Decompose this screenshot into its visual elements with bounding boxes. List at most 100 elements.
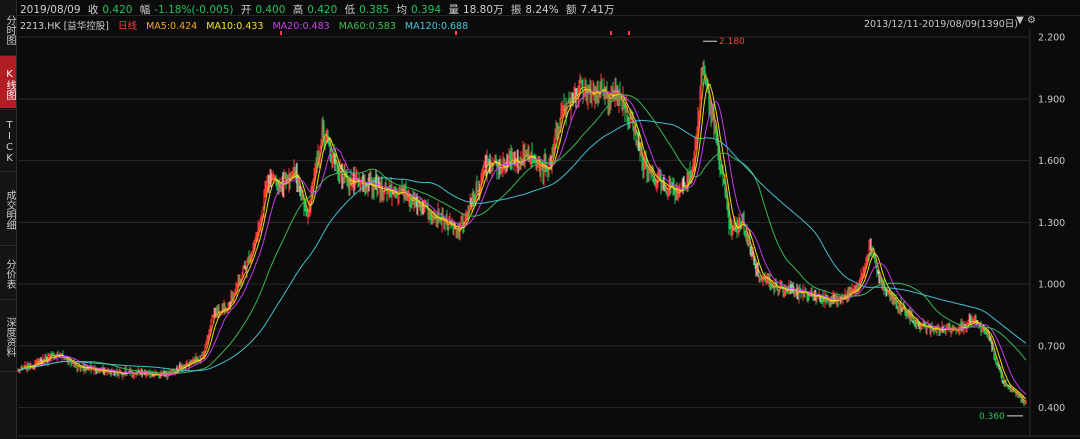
candle-body [477, 190, 479, 192]
candle-body [299, 187, 301, 190]
candle-body [783, 290, 785, 295]
candle-body [969, 318, 971, 322]
candle-body [252, 249, 254, 250]
candle-body [992, 348, 994, 350]
candle-body [57, 353, 59, 355]
candle-body [427, 208, 429, 215]
candle-body [173, 370, 175, 373]
candle-body [48, 356, 50, 359]
candle-body [639, 148, 641, 153]
candle-body [462, 216, 464, 225]
candle-body [306, 211, 308, 214]
candle-body [330, 148, 332, 159]
candle-body [257, 228, 259, 234]
candle-body [583, 93, 585, 95]
candle-body [913, 321, 915, 323]
ma120-line [17, 119, 1027, 372]
candle-body [297, 180, 299, 183]
candle-body [618, 98, 620, 103]
candle-body [242, 270, 244, 277]
candle-body [643, 162, 645, 169]
candle-body [700, 81, 702, 98]
event-flag-icon [610, 31, 612, 35]
candle-body [397, 197, 399, 199]
candle-body [703, 69, 705, 71]
candle-body [314, 167, 316, 177]
candle-body [400, 188, 402, 191]
y-tick-label: 0.400 [1038, 403, 1065, 414]
candle-body [243, 268, 245, 270]
candle-body [207, 337, 209, 341]
candle-body [808, 296, 810, 298]
candle-body [725, 191, 727, 198]
ma20-line [17, 90, 1027, 395]
candle-body [951, 330, 953, 333]
candle-body [682, 182, 684, 187]
candle-body [647, 169, 649, 176]
candle-body [844, 292, 846, 295]
candle-body [145, 374, 147, 376]
candle-body [251, 252, 253, 254]
candle-body [626, 110, 628, 114]
candle-body [887, 291, 889, 295]
candle-body [385, 183, 387, 185]
candle-body [794, 293, 796, 297]
y-tick-label: 0.700 [1038, 341, 1065, 352]
candle-body [244, 266, 246, 269]
candle-body [739, 220, 741, 223]
y-tick-label: 1.300 [1038, 218, 1065, 229]
candle-body [877, 270, 879, 273]
candle-body [926, 327, 928, 331]
candle-body [771, 287, 773, 289]
candle-body [163, 371, 165, 373]
candle-body [366, 188, 368, 190]
candle-body [629, 117, 631, 123]
candle-body [612, 87, 614, 92]
event-flag-icon [628, 31, 630, 35]
candle-body [698, 113, 700, 119]
ma10-line [17, 84, 1027, 400]
candle-body [40, 359, 42, 362]
candle-body [548, 165, 550, 176]
candle-body [625, 107, 627, 111]
candle-body [211, 318, 213, 322]
candle-body [316, 161, 318, 163]
candle-body [311, 189, 313, 191]
low-annotation: 0.360 [979, 412, 1005, 422]
candle-body [702, 70, 704, 75]
candle-body [308, 209, 310, 216]
ma5-line [17, 74, 1027, 402]
candle-body [1024, 402, 1026, 404]
y-tick-label: 2.200 [1038, 33, 1065, 44]
candle-body [494, 155, 496, 158]
candle-body [914, 323, 916, 325]
candle-body [21, 367, 23, 369]
candle-body [866, 258, 868, 261]
candle-body [627, 116, 629, 118]
candle-body [237, 279, 239, 286]
kline-chart[interactable]: 2.200 1.900 1.600 1.300 1.000 0.700 0.400 2.180… [0, 0, 1080, 439]
candle-body [356, 177, 358, 179]
candle-body [695, 140, 697, 147]
candle-body [581, 80, 583, 87]
candle-body [432, 219, 434, 222]
candle-body [312, 183, 314, 188]
candle-body [201, 354, 203, 356]
candle-body [586, 97, 588, 98]
candle-body [705, 78, 707, 86]
high-annotation: 2.180 [719, 37, 745, 47]
candle-body [990, 340, 992, 343]
candle-body [851, 289, 853, 291]
candle-body [678, 194, 680, 196]
candle-body [754, 262, 756, 266]
candle-body [692, 168, 694, 170]
candle-body [518, 166, 520, 171]
candle-body [517, 157, 519, 168]
candle-body [701, 77, 703, 79]
candle-body [648, 172, 650, 174]
candle-body [106, 372, 108, 373]
candle-body [726, 198, 728, 210]
y-tick-label: 1.000 [1038, 280, 1065, 291]
candle-body [896, 304, 898, 305]
candle-body [487, 159, 489, 161]
